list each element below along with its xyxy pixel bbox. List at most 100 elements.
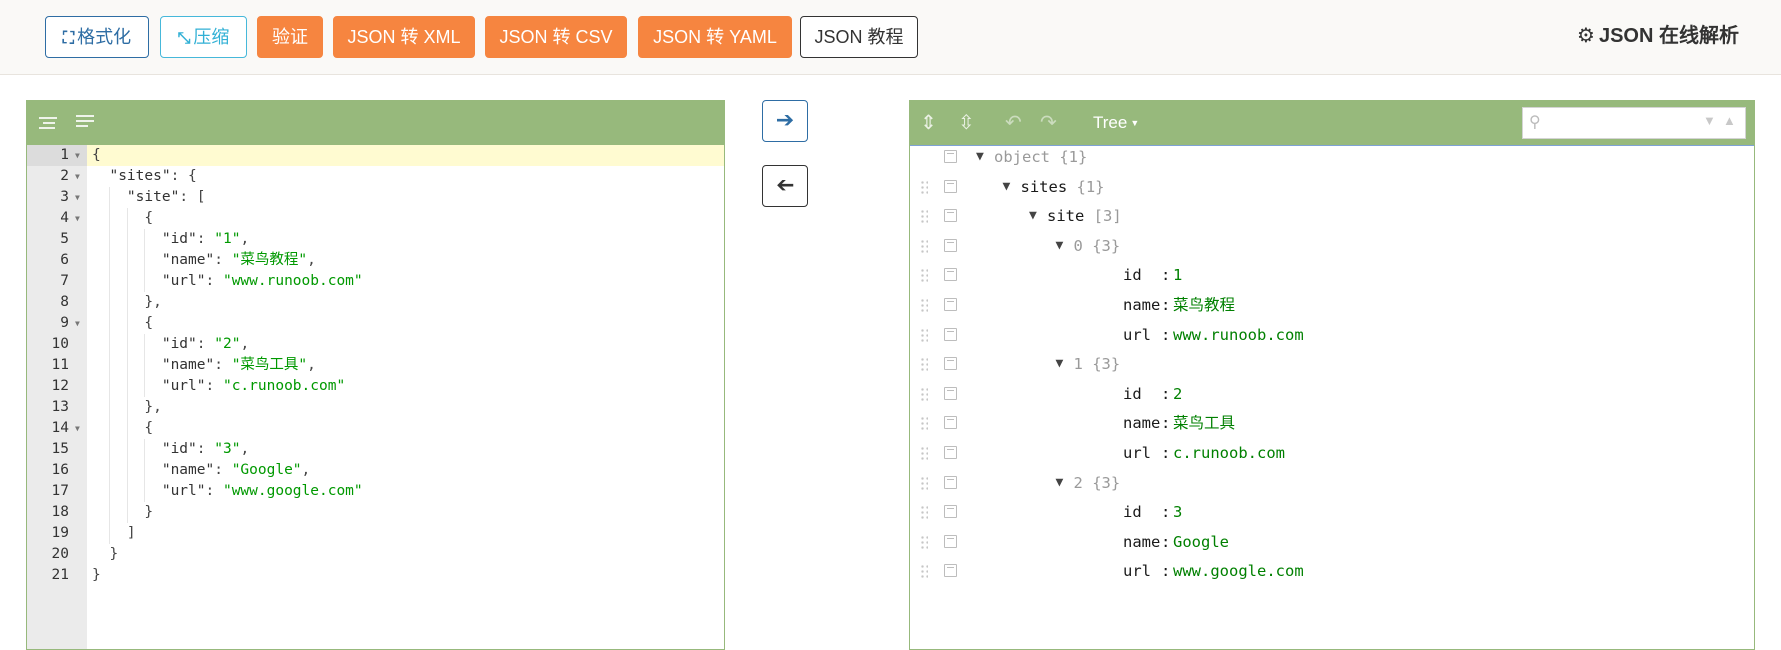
node-field[interactable]: url xyxy=(1123,438,1151,468)
tree-node: ▼ 0 {3} xyxy=(910,231,1754,261)
code-text: } xyxy=(92,567,101,583)
code-text: { xyxy=(92,147,101,163)
mode-selector[interactable]: Tree ▼ xyxy=(1093,113,1139,133)
collapse-all-icon[interactable]: ⇳ xyxy=(958,111,975,135)
drag-handle-icon[interactable] xyxy=(920,209,928,224)
node-field[interactable]: id xyxy=(1123,497,1142,527)
app-title: ⚙ JSON 在线解析 xyxy=(1577,20,1739,52)
context-menu-icon[interactable] xyxy=(944,475,957,489)
code-text: }, xyxy=(92,399,162,415)
node-field[interactable]: id xyxy=(1123,379,1142,409)
node-field[interactable]: 0 {3} xyxy=(1074,231,1121,261)
context-menu-icon[interactable] xyxy=(944,150,957,163)
drag-handle-icon[interactable] xyxy=(920,386,928,401)
expand-toggle-icon[interactable]: ▼ xyxy=(1056,349,1064,379)
drag-handle-icon[interactable] xyxy=(920,534,928,549)
code-line: 13 }, xyxy=(27,397,724,418)
fold-toggle-icon[interactable]: ▼ xyxy=(75,187,80,208)
context-menu-icon[interactable] xyxy=(944,238,957,252)
expand-toggle-icon[interactable]: ▼ xyxy=(1056,231,1064,261)
json-to-csv-button[interactable]: JSON 转 CSV xyxy=(485,16,627,58)
context-menu-icon[interactable] xyxy=(944,327,957,341)
node-value[interactable]: Google xyxy=(1173,527,1229,557)
node-field[interactable]: 1 {3} xyxy=(1074,349,1121,379)
node-child-count: {3} xyxy=(1092,236,1121,255)
drag-handle-icon[interactable] xyxy=(920,238,928,253)
node-value[interactable]: 1 xyxy=(1173,260,1182,290)
node-field[interactable]: name xyxy=(1123,290,1160,320)
node-field[interactable]: object {1} xyxy=(994,142,1087,172)
node-field[interactable]: sites {1} xyxy=(1021,172,1105,202)
node-value[interactable]: 菜鸟教程 xyxy=(1173,290,1235,320)
node-value[interactable]: 2 xyxy=(1173,379,1182,409)
format-button[interactable]: ⛶ 格式化 xyxy=(45,16,149,58)
compress-button[interactable]: ⤡ 压缩 xyxy=(160,16,247,58)
fold-toggle-icon[interactable]: ▼ xyxy=(75,145,80,166)
drag-handle-icon[interactable] xyxy=(920,327,928,342)
copy-to-code-button[interactable]: ➔ xyxy=(762,165,808,207)
node-field[interactable]: id xyxy=(1123,260,1142,290)
fold-toggle-icon[interactable]: ▼ xyxy=(75,208,80,229)
context-menu-icon[interactable] xyxy=(944,564,957,578)
search-previous-icon[interactable]: ▲ xyxy=(1723,113,1736,128)
context-menu-icon[interactable] xyxy=(944,446,957,459)
copy-to-tree-button[interactable]: ➔ xyxy=(762,100,808,142)
expand-toggle-icon[interactable]: ▼ xyxy=(1029,201,1037,231)
context-menu-icon[interactable] xyxy=(944,386,957,400)
node-field[interactable]: url xyxy=(1123,320,1151,350)
expand-toggle-icon[interactable]: ▼ xyxy=(1056,468,1064,498)
node-value[interactable]: c.runoob.com xyxy=(1173,438,1285,468)
context-menu-icon[interactable] xyxy=(944,357,957,371)
json-to-xml-button[interactable]: JSON 转 XML xyxy=(333,16,475,58)
node-field[interactable]: site [3] xyxy=(1047,201,1122,231)
drag-handle-icon[interactable] xyxy=(920,475,928,490)
context-menu-icon[interactable] xyxy=(944,505,957,519)
node-field[interactable]: 2 {3} xyxy=(1074,468,1121,498)
node-value[interactable]: www.google.com xyxy=(1173,556,1304,586)
code-text: { xyxy=(92,315,154,331)
json-to-yaml-button[interactable]: JSON 转 YAML xyxy=(638,16,792,58)
search-next-icon[interactable]: ▼ xyxy=(1703,113,1716,128)
drag-handle-icon[interactable] xyxy=(920,505,928,520)
toolbar: ⛶ 格式化 ⤡ 压缩 验证 JSON 转 XML JSON 转 CSV JSON 转… xyxy=(0,0,1781,75)
drag-handle-icon[interactable] xyxy=(920,416,928,431)
node-field[interactable]: name xyxy=(1123,408,1160,438)
context-menu-icon[interactable] xyxy=(944,298,957,311)
undo-icon[interactable]: ↶ xyxy=(1005,111,1022,135)
expand-all-icon[interactable]: ⇕ xyxy=(920,111,937,135)
context-menu-icon[interactable] xyxy=(944,209,957,223)
code-line: 7 "url": "www.runoob.com" xyxy=(27,271,724,292)
expand-toggle-icon[interactable]: ▼ xyxy=(1003,172,1011,202)
fold-toggle-icon[interactable]: ▼ xyxy=(75,166,80,187)
line-number: 7 xyxy=(60,273,69,289)
fold-toggle-icon[interactable]: ▼ xyxy=(75,313,80,334)
node-value[interactable]: 菜鸟工具 xyxy=(1173,408,1235,438)
validate-button[interactable]: 验证 xyxy=(257,16,323,58)
field-separator: : xyxy=(1161,414,1171,433)
compact-icon[interactable] xyxy=(73,111,97,135)
code-text-area[interactable]: 1 ▼{2 ▼ "sites": {3 ▼ "site": [4 ▼ {5 "id": … xyxy=(27,145,724,649)
format-icon[interactable] xyxy=(36,111,60,135)
json-tutorial-button[interactable]: JSON 教程 xyxy=(800,16,918,58)
context-menu-icon[interactable] xyxy=(944,534,957,548)
fold-toggle-icon[interactable]: ▼ xyxy=(75,418,80,439)
context-menu-icon[interactable] xyxy=(944,416,957,430)
drag-handle-icon[interactable] xyxy=(920,298,928,312)
tree-node: name: 菜鸟工具 xyxy=(910,408,1754,438)
drag-handle-icon[interactable] xyxy=(920,357,928,372)
node-value[interactable]: www.runoob.com xyxy=(1173,320,1304,350)
node-value[interactable]: 3 xyxy=(1173,497,1182,527)
node-field[interactable]: name xyxy=(1123,527,1160,557)
line-number: 11 xyxy=(51,357,69,373)
context-menu-icon[interactable] xyxy=(944,179,957,193)
redo-icon[interactable]: ↷ xyxy=(1040,111,1057,135)
drag-handle-icon[interactable] xyxy=(920,179,928,194)
tree-search-input[interactable] xyxy=(1549,112,1703,136)
expand-toggle-icon[interactable]: ▼ xyxy=(976,142,984,172)
context-menu-icon[interactable] xyxy=(944,268,957,282)
node-field[interactable]: url xyxy=(1123,556,1151,586)
drag-handle-icon[interactable] xyxy=(920,268,928,283)
code-text: "name": "Google", xyxy=(161,462,311,478)
drag-handle-icon[interactable] xyxy=(920,446,928,460)
drag-handle-icon[interactable] xyxy=(920,564,928,579)
